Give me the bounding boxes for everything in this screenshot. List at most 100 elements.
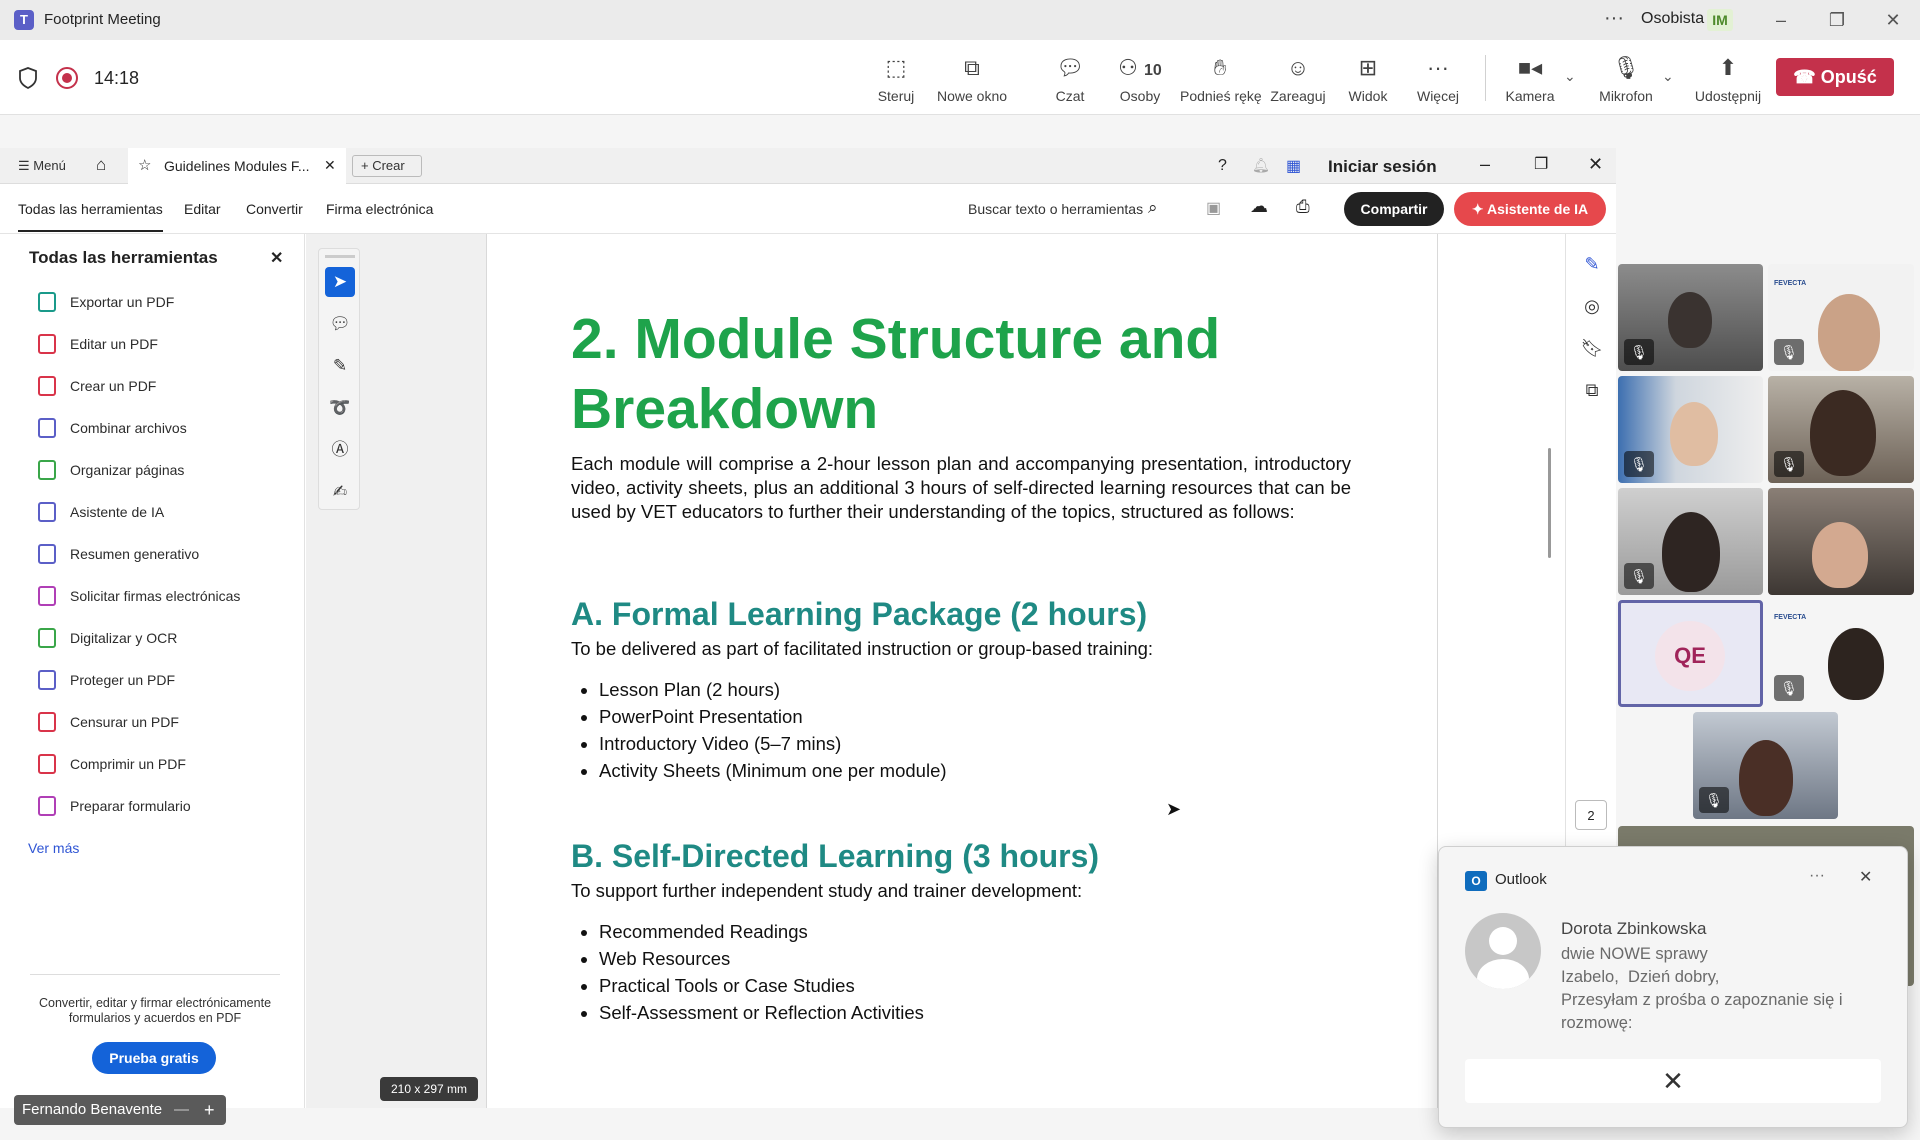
outlook-notification[interactable]: O Outlook ··· ✕ Dorota Zbinkowska dwie N… bbox=[1438, 846, 1908, 1128]
participant-tile-active-speaker[interactable]: QE bbox=[1618, 600, 1763, 707]
share-document-button[interactable]: Compartir bbox=[1344, 192, 1444, 226]
close-tab-icon[interactable]: ✕ bbox=[324, 157, 336, 174]
people-button[interactable]: ⚇ 10 Osoby bbox=[1100, 54, 1180, 104]
close-panel-icon[interactable]: ✕ bbox=[270, 248, 283, 268]
select-cursor-icon[interactable]: ➤ bbox=[325, 267, 355, 297]
camera-button[interactable]: ■◂ Kamera bbox=[1490, 54, 1570, 104]
pages-icon[interactable]: ⧉ bbox=[1580, 380, 1604, 404]
help-icon[interactable]: ? bbox=[1218, 157, 1227, 175]
ai-assistant-label: Asistente de IA bbox=[1486, 201, 1589, 217]
tab-all-tools[interactable]: Todas las herramientas bbox=[18, 201, 163, 232]
search-tools-input[interactable]: Buscar texto o herramientas bbox=[968, 201, 1143, 217]
tab-convert[interactable]: Convertir bbox=[246, 201, 303, 217]
view-button[interactable]: ⊞ Widok bbox=[1328, 54, 1408, 104]
upload-cloud-icon[interactable]: ☁ bbox=[1250, 196, 1268, 217]
shield-icon[interactable] bbox=[18, 67, 38, 89]
tool-label: Exportar un PDF bbox=[70, 294, 175, 310]
steruj-button[interactable]: ⬚ Steruj bbox=[856, 54, 936, 104]
tool-icon bbox=[38, 754, 56, 774]
minimize-icon[interactable]: – bbox=[1766, 6, 1796, 34]
raise-hand-button[interactable]: ✋︎ Podnieś rękę bbox=[1180, 54, 1262, 104]
participant-tile[interactable]: 🎙︎ bbox=[1618, 488, 1763, 595]
save-icon[interactable]: ▣ bbox=[1206, 198, 1221, 218]
star-icon[interactable]: ☆ bbox=[138, 156, 151, 174]
more-options-icon[interactable]: ··· bbox=[1604, 7, 1624, 30]
tool-icon bbox=[38, 334, 56, 354]
mic-muted-icon: 🎙︎ bbox=[1699, 787, 1729, 813]
profile-avatar[interactable]: IM bbox=[1707, 9, 1733, 31]
free-trial-button[interactable]: Prueba gratis bbox=[92, 1042, 216, 1074]
tool-icon bbox=[38, 712, 56, 732]
signature-icon[interactable]: ✍︎ bbox=[325, 477, 355, 507]
tab-e-sign[interactable]: Firma electrónica bbox=[326, 201, 433, 217]
participant-tile[interactable] bbox=[1768, 488, 1914, 595]
new-window-label: Nowe okno bbox=[936, 88, 1008, 104]
print-icon[interactable]: ⎙ bbox=[1296, 197, 1310, 217]
more-button[interactable]: ··· Więcej bbox=[1398, 54, 1478, 104]
notification-more-icon[interactable]: ··· bbox=[1809, 867, 1825, 885]
list-item: Web Resources bbox=[599, 945, 924, 972]
plus-icon[interactable]: + bbox=[204, 1095, 215, 1125]
highlight-pen-icon[interactable]: ✎ bbox=[325, 351, 355, 381]
document-tab[interactable]: ☆ Guidelines Modules F... ✕ bbox=[128, 148, 346, 184]
comments-icon[interactable]: ◎ bbox=[1580, 296, 1604, 320]
bookmarks-icon[interactable]: 🔖︎ bbox=[1580, 338, 1604, 362]
acro-minimize-icon[interactable]: – bbox=[1480, 154, 1490, 175]
lasso-icon[interactable]: ➰ bbox=[325, 393, 355, 423]
intro-paragraph: Each module will comprise a 2-hour lesso… bbox=[571, 453, 1351, 522]
menu-button[interactable]: ☰ Menú bbox=[18, 158, 66, 174]
tool-icon bbox=[38, 586, 56, 606]
pdf-page: 2. Module Structure and Breakdown Each m… bbox=[486, 234, 1438, 1108]
home-icon[interactable]: ⌂ bbox=[96, 155, 106, 175]
outlook-icon: O bbox=[1465, 871, 1487, 891]
notification-body: dwie NOWE sprawy Izabelo, Dzień dobry, P… bbox=[1561, 943, 1891, 1035]
page-number-box[interactable]: 2 bbox=[1575, 800, 1607, 830]
list-item: Self-Assessment or Reflection Activities bbox=[599, 999, 924, 1026]
list-item: Lesson Plan (2 hours) bbox=[599, 676, 947, 703]
meeting-toolbar: 14:18 ⬚ Steruj ⧉ Nowe okno 💬︎ Czat ⚇ 10 … bbox=[0, 40, 1920, 115]
react-button[interactable]: ☺ Zareaguj bbox=[1258, 54, 1338, 104]
text-box-icon[interactable]: Ⓐ bbox=[325, 435, 355, 465]
participant-tile[interactable]: FEVECTA 🎙︎ bbox=[1768, 600, 1914, 707]
chat-button[interactable]: 💬︎ Czat bbox=[1030, 54, 1110, 104]
share-button[interactable]: ⬆ Udostępnij bbox=[1684, 54, 1772, 104]
participant-video bbox=[1662, 512, 1720, 592]
dismiss-button[interactable]: ✕ bbox=[1465, 1059, 1881, 1103]
see-more-link[interactable]: Ver más bbox=[28, 840, 79, 856]
acro-restore-icon[interactable]: ❐ bbox=[1534, 154, 1548, 174]
presenter-name-pill[interactable]: Fernando Benavente — + bbox=[14, 1095, 226, 1125]
ai-assistant-button[interactable]: ✦ Asistente de IA bbox=[1454, 192, 1606, 226]
bell-icon[interactable]: 🔔︎ bbox=[1252, 157, 1270, 174]
close-window-icon[interactable]: ✕ bbox=[1878, 6, 1908, 34]
leave-button[interactable]: ☎ Opuść bbox=[1776, 58, 1894, 96]
minus-icon[interactable]: — bbox=[174, 1095, 189, 1125]
microphone-button[interactable]: 🎙︎ Mikrofon bbox=[1586, 54, 1666, 104]
notification-close-icon[interactable]: ✕ bbox=[1859, 867, 1872, 887]
participant-tile[interactable]: 🎙︎ bbox=[1693, 712, 1838, 819]
teams-title-bar: T Footprint Meeting ··· Osobista IM – ❐ … bbox=[0, 0, 1920, 40]
participant-tile[interactable]: 🎙︎ bbox=[1618, 376, 1763, 483]
camera-chevron-down-icon[interactable]: ⌄ bbox=[1564, 68, 1576, 85]
more-label: Więcej bbox=[1416, 88, 1459, 104]
sign-in-link[interactable]: Iniciar sesión bbox=[1328, 157, 1437, 177]
comment-icon[interactable]: 💬︎ bbox=[325, 309, 355, 339]
restore-icon[interactable]: ❐ bbox=[1822, 6, 1852, 34]
mic-chevron-down-icon[interactable]: ⌄ bbox=[1662, 68, 1674, 85]
ai-summary-icon[interactable]: ✎ bbox=[1580, 254, 1604, 278]
participant-tile[interactable]: FEVECTA 🎙︎ bbox=[1768, 264, 1914, 371]
apps-icon[interactable]: ▦ bbox=[1286, 156, 1301, 176]
react-label: Zareaguj bbox=[1270, 88, 1326, 104]
scrollbar-thumb[interactable] bbox=[1548, 448, 1551, 558]
search-icon[interactable]: ⌕ bbox=[1148, 198, 1158, 218]
drag-handle[interactable] bbox=[325, 255, 355, 258]
profile-label[interactable]: Osobista bbox=[1641, 10, 1704, 28]
section-a-list: Lesson Plan (2 hours) PowerPoint Present… bbox=[599, 676, 947, 784]
tab-edit[interactable]: Editar bbox=[184, 201, 221, 217]
new-window-button[interactable]: ⧉ Nowe okno bbox=[932, 54, 1012, 104]
participant-tile[interactable]: 🎙︎ bbox=[1618, 264, 1763, 371]
acro-close-icon[interactable]: ✕ bbox=[1588, 154, 1603, 175]
new-tab-button[interactable]: + Crear bbox=[352, 155, 422, 177]
participant-tile[interactable]: 🎙︎ bbox=[1768, 376, 1914, 483]
divider bbox=[1485, 55, 1486, 101]
avatar-body bbox=[1477, 959, 1529, 989]
